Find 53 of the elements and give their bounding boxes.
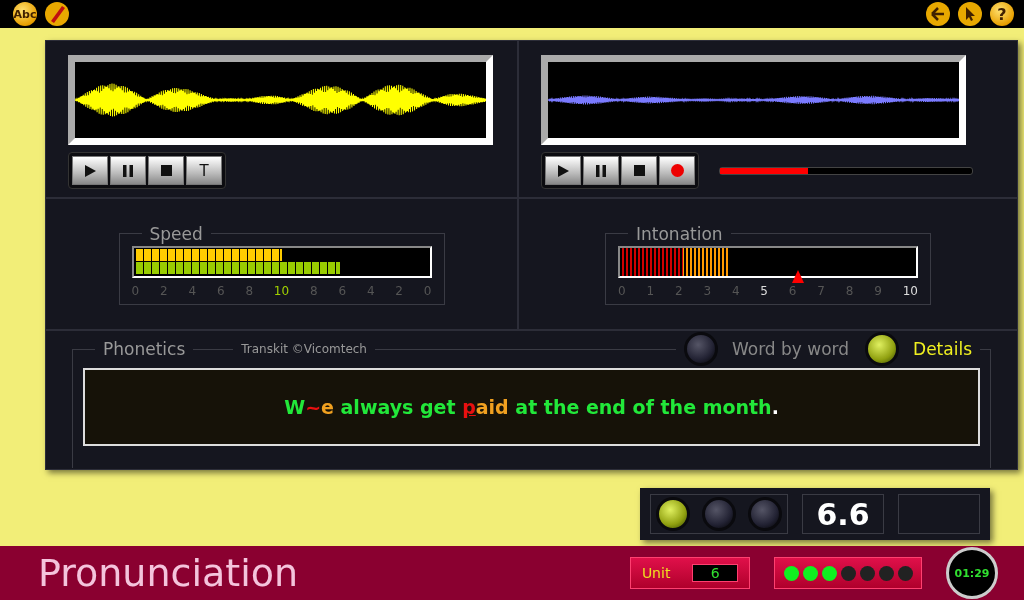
pause-icon	[123, 164, 133, 177]
tick-label: 6	[338, 283, 347, 298]
tick-label: 8	[245, 283, 253, 298]
help-button[interactable]: ?	[990, 2, 1014, 26]
tick-label: 2	[159, 283, 168, 298]
tick-label: 0	[618, 283, 626, 298]
tick-label: 4	[366, 283, 375, 298]
score-value: 6.6	[816, 496, 870, 532]
tick-label: 0	[423, 283, 432, 298]
app-title: Pronunciation	[38, 551, 300, 595]
play-icon	[84, 164, 96, 177]
mode-label[interactable]: Word by word	[731, 339, 850, 359]
speed-title: Speed	[148, 223, 204, 244]
intonation-title: Intonation	[635, 223, 724, 244]
stop-icon	[633, 165, 645, 176]
credit-text: Transkit ©Vicomtech	[233, 342, 375, 356]
unit-label: Unit	[641, 565, 671, 581]
tick-label: 10	[902, 283, 918, 298]
tick-label: 6	[788, 283, 797, 298]
sentence-text: W~e always get paid at the end of the month.	[83, 368, 980, 446]
tick-label: 2	[395, 283, 403, 298]
pause-icon	[596, 164, 606, 177]
tick-label: 9	[874, 283, 882, 298]
play-button[interactable]	[72, 156, 108, 185]
play-button[interactable]	[545, 156, 581, 185]
tick-label: 5	[760, 283, 768, 298]
stop-icon	[160, 165, 172, 176]
record-button[interactable]	[659, 156, 695, 185]
tick-label: 7	[817, 283, 825, 298]
timer: 01:29	[946, 547, 998, 599]
mode-toggle[interactable]	[683, 332, 718, 366]
pencil-icon[interactable]	[45, 2, 69, 26]
pause-button[interactable]	[583, 156, 619, 185]
tick-label: 2	[674, 283, 683, 298]
tick-label: 4	[731, 283, 740, 298]
tick-label: 4	[188, 283, 197, 298]
unit-value: 6	[692, 564, 739, 582]
text-button[interactable]: T	[186, 156, 222, 185]
tick-label: 3	[703, 283, 712, 298]
tick-label: 8	[309, 283, 318, 298]
abc-button[interactable]: Abc	[13, 2, 37, 26]
stop-button[interactable]	[621, 156, 657, 185]
play-icon	[557, 164, 569, 177]
record-icon	[670, 164, 684, 177]
tick-label: 0	[131, 283, 140, 298]
pause-button[interactable]	[110, 156, 146, 185]
tick-label: 8	[845, 283, 854, 298]
mode-toggle[interactable]	[865, 332, 900, 366]
tick-label: 1	[646, 283, 655, 298]
tick-label: 10	[273, 283, 290, 298]
pointer-help-icon[interactable]	[958, 2, 982, 26]
stop-button[interactable]	[148, 156, 184, 185]
tick-label: 6	[216, 283, 225, 298]
